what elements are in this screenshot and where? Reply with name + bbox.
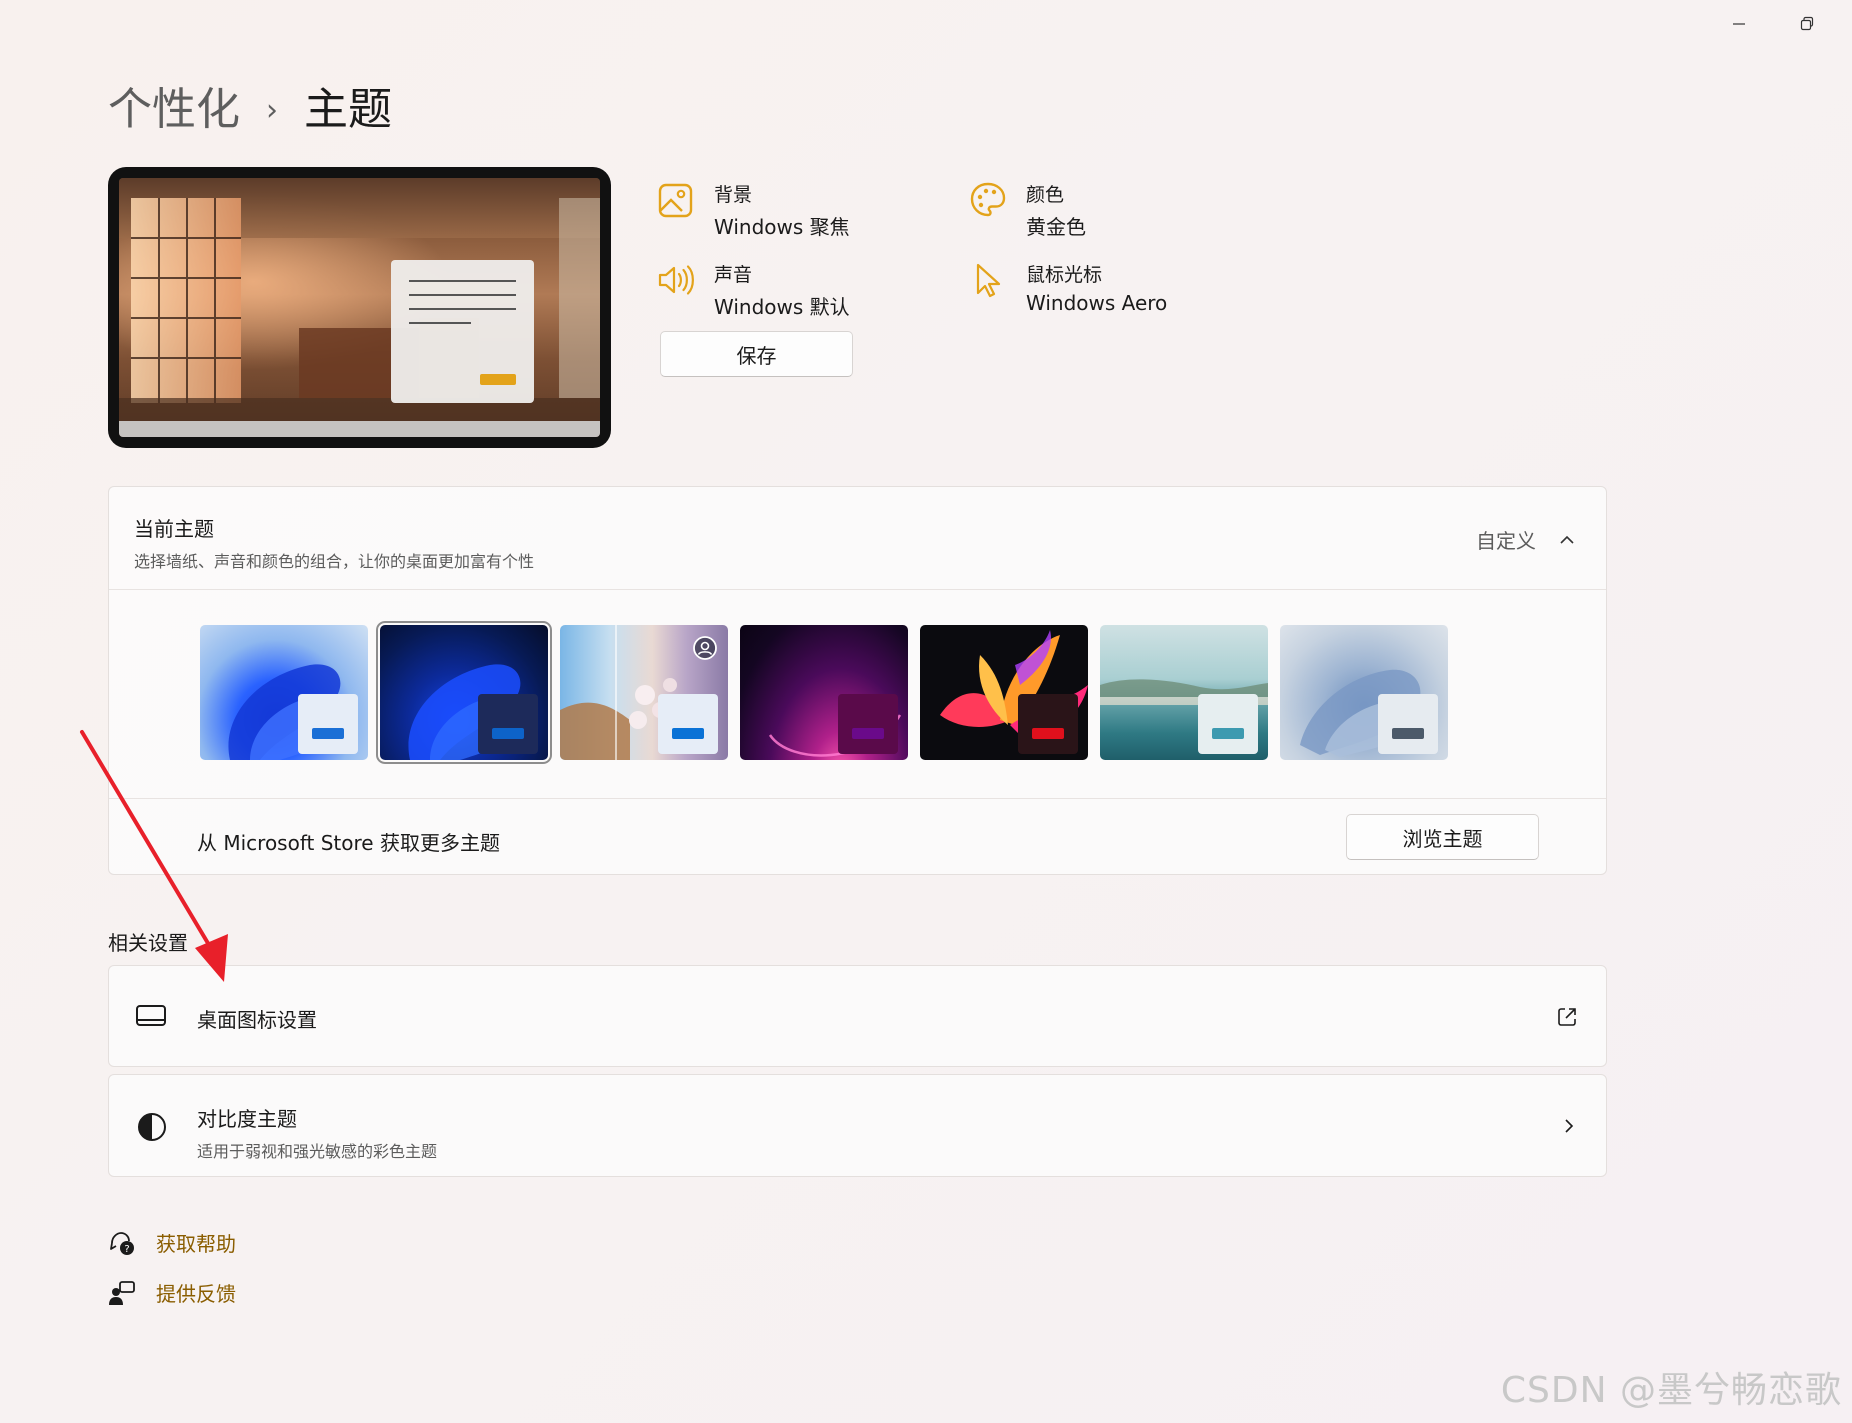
theme-accent-bar (492, 728, 524, 739)
browse-themes-button[interactable]: 浏览主题 (1346, 814, 1539, 860)
preview-taskbar (119, 421, 600, 437)
theme-mini-window (478, 694, 538, 754)
current-theme-header[interactable]: 当前主题 选择墙纸、声音和颜色的组合，让你的桌面更加富有个性 (134, 513, 534, 572)
preview-wallpaper (119, 178, 600, 437)
theme-mini-window (838, 694, 898, 754)
prop-sound-label: 声音 (714, 264, 753, 286)
palette-icon (970, 182, 1006, 217)
theme-tile-glow[interactable] (740, 625, 908, 760)
prop-color-value: 黄金色 (1026, 215, 1086, 239)
theme-accent-bar (852, 728, 884, 739)
desktop-icon-settings-label: 桌面图标设置 (197, 1008, 317, 1032)
breadcrumb-parent[interactable]: 个性化 (108, 88, 240, 132)
preview-window (391, 260, 534, 403)
monitor-icon (136, 1005, 166, 1026)
theme-mini-window (1018, 694, 1078, 754)
contrast-themes-subtitle: 适用于弱视和强光敏感的彩色主题 (197, 1142, 438, 1161)
contrast-icon (138, 1113, 166, 1141)
theme-mini-window (298, 694, 358, 754)
prop-color[interactable]: 颜色 黄金色 (968, 180, 1086, 240)
current-theme-value: 自定义 (1476, 529, 1536, 553)
preview-accent-button (480, 374, 516, 385)
get-help-link[interactable]: ? 获取帮助 (108, 1228, 236, 1257)
contrast-themes-row[interactable]: 对比度主题 适用于弱视和强光敏感的彩色主题 (108, 1074, 1607, 1177)
annotation-arrow (80, 730, 228, 982)
store-text: 从 Microsoft Store 获取更多主题 (197, 831, 500, 855)
theme-preview (108, 167, 611, 448)
feedback-icon (109, 1280, 135, 1305)
theme-tile-flow[interactable] (1280, 625, 1448, 760)
desktop-icon-settings-row[interactable]: 桌面图标设置 (108, 965, 1607, 1067)
external-link-icon (1558, 1008, 1576, 1026)
spotlight-badge-icon (693, 636, 717, 660)
give-feedback-link[interactable]: 提供反馈 (108, 1278, 236, 1307)
give-feedback-label: 提供反馈 (156, 1282, 236, 1306)
prop-sound-value: Windows 默认 (714, 295, 850, 319)
watermark: CSDN @墨兮畅恋歌 (1500, 1370, 1842, 1411)
cursor-icon (976, 263, 1001, 298)
prop-cursor-value: Windows Aero (1026, 291, 1168, 315)
theme-tile-sunrise[interactable] (1100, 625, 1268, 760)
theme-accent-bar (672, 728, 704, 739)
get-help-label: 获取帮助 (156, 1232, 236, 1256)
theme-mini-window (1378, 694, 1438, 754)
prop-cursor-label: 鼠标光标 (1026, 264, 1103, 286)
theme-accent-bar (1212, 728, 1244, 739)
chevron-right-icon (1565, 1119, 1574, 1133)
theme-tile-windows-spotlight[interactable] (560, 625, 728, 760)
theme-tile-windows-dark[interactable] (376, 621, 552, 764)
save-button[interactable]: 保存 (660, 331, 853, 377)
theme-mini-window (1198, 694, 1258, 754)
prop-cursor[interactable]: 鼠标光标 Windows Aero (968, 260, 1167, 315)
theme-tile-captured-motion[interactable] (920, 625, 1088, 760)
theme-accent-bar (312, 728, 344, 739)
current-theme-subtitle: 选择墙纸、声音和颜色的组合，让你的桌面更加富有个性 (134, 552, 535, 571)
restore-button[interactable] (1784, 8, 1830, 40)
minimize-icon (1733, 23, 1745, 25)
prop-background[interactable]: 背景 Windows 聚焦 (656, 180, 850, 240)
prop-color-label: 颜色 (1026, 184, 1065, 206)
breadcrumb: 个性化 › 主题 (108, 88, 392, 132)
theme-accent-bar (1032, 728, 1064, 739)
svg-text:?: ? (124, 1244, 129, 1255)
prop-background-label: 背景 (714, 184, 753, 206)
contrast-themes-title: 对比度主题 (197, 1107, 297, 1131)
current-theme-toggle[interactable]: 自定义 (1476, 525, 1576, 554)
prop-sound[interactable]: 声音 Windows 默认 (656, 260, 850, 320)
breadcrumb-separator: › (266, 92, 278, 128)
minimize-button[interactable] (1716, 8, 1762, 40)
speaker-icon (658, 265, 694, 295)
help-icon: ? (110, 1231, 134, 1255)
image-icon (658, 183, 693, 218)
chevron-up-icon (1560, 535, 1574, 544)
theme-mini-window (658, 694, 718, 754)
current-theme-title: 当前主题 (134, 517, 214, 541)
theme-accent-bar (1392, 728, 1424, 739)
page-title: 主题 (304, 84, 392, 135)
restore-icon (1800, 16, 1814, 31)
contrast-themes-text: 对比度主题 适用于弱视和强光敏感的彩色主题 (197, 1103, 437, 1162)
prop-background-value: Windows 聚焦 (714, 215, 850, 239)
